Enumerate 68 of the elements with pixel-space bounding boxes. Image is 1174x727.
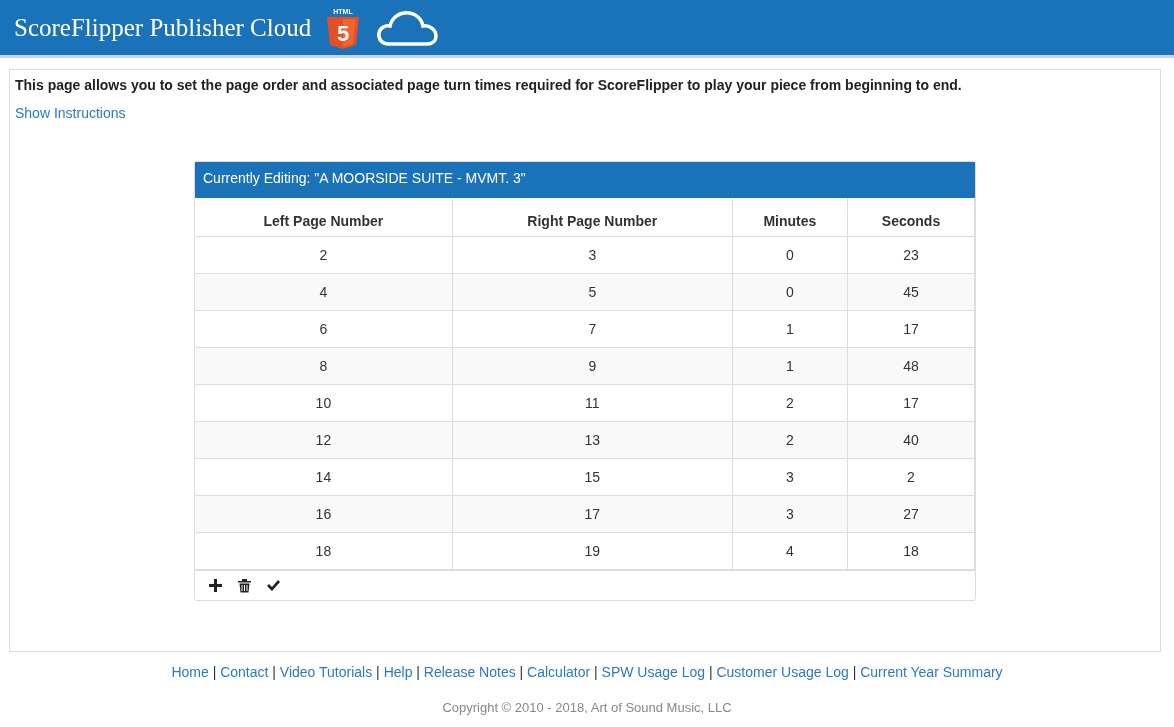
table-cell: 23 [847, 236, 975, 273]
table-cell: 4 [195, 273, 453, 310]
footer-link[interactable]: Contact [220, 664, 269, 680]
table-cell: 5 [452, 273, 733, 310]
table-cell: 19 [452, 532, 733, 569]
separator: | [376, 664, 380, 680]
table-cell: 18 [847, 532, 975, 569]
table-cell: 48 [847, 347, 975, 384]
footer-link[interactable]: Calculator [527, 664, 591, 680]
table-cell: 8 [195, 347, 453, 384]
table-cell: 12 [195, 421, 453, 458]
column-header: Seconds [847, 198, 975, 236]
footer-link[interactable]: Home [171, 664, 209, 680]
table-cell: 0 [732, 236, 848, 273]
footer-link[interactable]: Video Tutorials [279, 664, 373, 680]
table-cell: 3 [732, 495, 848, 532]
table-cell: 1 [732, 310, 848, 347]
table-cell: 16 [195, 495, 453, 532]
separator: | [272, 664, 276, 680]
checkmark-button[interactable] [266, 577, 281, 593]
checkmark-icon [266, 577, 281, 593]
table-cell: 10 [195, 384, 453, 421]
table-cell: 2 [847, 458, 975, 495]
separator: | [852, 664, 857, 680]
plus-button[interactable] [208, 577, 223, 593]
intro-text: This page allows you to set the page order and associated page turn times required for ScoreFlipper to play your piece from beginning to end. [15, 77, 963, 93]
separator: | [594, 664, 598, 680]
table-cell: 9 [452, 347, 733, 384]
trash-button[interactable] [237, 577, 252, 593]
footer-link[interactable]: Help [383, 664, 413, 680]
table-cell: 11 [452, 384, 733, 421]
table-cell: 17 [452, 495, 733, 532]
app-title: ScoreFlipper Publisher Cloud [14, 13, 312, 42]
table-cell: 0 [732, 273, 848, 310]
table-cell: 14 [195, 458, 453, 495]
footer-link[interactable]: Current Year Summary [860, 664, 1003, 680]
panel-heading: Currently Editing: "A MOORSIDE SUITE - MVMT. 3" [195, 162, 975, 198]
table-cell: 6 [195, 310, 453, 347]
separator: | [416, 664, 420, 680]
table-cell: 27 [847, 495, 975, 532]
separator: | [708, 664, 713, 680]
table-cell: 3 [732, 458, 848, 495]
column-header: Right Page Number [452, 198, 733, 236]
footer-link[interactable]: SPW Usage Log [601, 664, 706, 680]
table-cell: 3 [452, 236, 733, 273]
table-cell: 15 [452, 458, 733, 495]
footer-link[interactable]: Release Notes [423, 664, 516, 680]
plus-icon [208, 577, 223, 593]
table-cell: 18 [195, 532, 453, 569]
footer-link[interactable]: Customer Usage Log [716, 664, 849, 680]
copyright-text: Copyright © 2010 - 2018, Art of Sound Music, LLC [441, 700, 733, 715]
table-cell: 13 [452, 421, 733, 458]
separator: | [519, 664, 524, 680]
table-cell: 2 [195, 236, 453, 273]
separator: | [212, 664, 217, 680]
table-cell: 40 [847, 421, 975, 458]
trash-icon [237, 577, 252, 593]
table-cell: 17 [847, 310, 975, 347]
table-cell: 1 [732, 347, 848, 384]
table-cell: 17 [847, 384, 975, 421]
column-header: Minutes [732, 198, 848, 236]
table-cell: 7 [452, 310, 733, 347]
table-cell: 45 [847, 273, 975, 310]
table-cell: 4 [732, 532, 848, 569]
table-cell: 2 [732, 421, 848, 458]
table-cell: 2 [732, 384, 848, 421]
column-header: Left Page Number [195, 198, 453, 236]
show-instructions-link[interactable]: Show Instructions [15, 105, 126, 121]
